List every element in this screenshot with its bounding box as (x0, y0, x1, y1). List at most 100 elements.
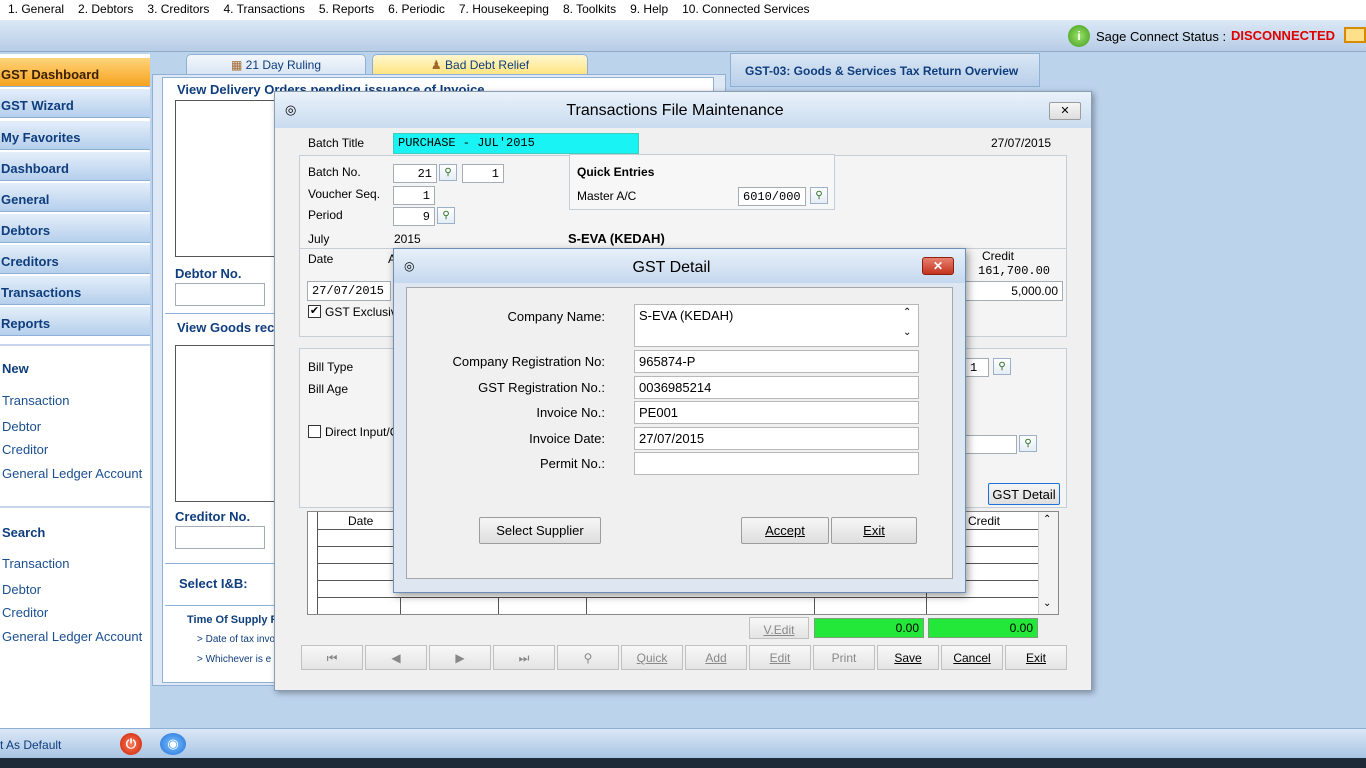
last-record-button[interactable]: ⏭ (493, 645, 555, 670)
invoice-no-input[interactable]: PE001 (634, 401, 919, 424)
tab-gst03-overview[interactable]: GST-03: Goods & Services Tax Return Over… (730, 53, 1040, 87)
scroll-up-icon[interactable]: ⌃ (1043, 514, 1051, 525)
sidebar-new-transaction[interactable]: Transaction (2, 393, 69, 408)
scroll-up-icon[interactable]: ⌃ (903, 307, 911, 318)
exit-label: Exit (863, 523, 885, 538)
menu-periodic[interactable]: 6. Periodic (380, 0, 451, 16)
direct-input-checkbox[interactable] (308, 425, 321, 438)
total-credit: 0.00 (928, 618, 1038, 638)
find-button[interactable]: ⚲ (557, 645, 619, 670)
power-icon[interactable]: ⏻ (120, 733, 142, 755)
exit-button[interactable]: Exit (1005, 645, 1067, 670)
batch-lookup-icon[interactable]: ⚲ (439, 164, 457, 181)
scroll-down-icon[interactable]: ⌄ (1043, 598, 1051, 609)
sidebar-search-gl-account[interactable]: General Ledger Account (2, 629, 142, 644)
bill-lookup-icon[interactable]: ⚲ (993, 358, 1011, 375)
calendar-icon: ▦ (230, 58, 243, 72)
gst-detail-button[interactable]: GST Detail (988, 483, 1060, 505)
period-input[interactable]: 9 (393, 207, 435, 226)
sidebar-item-general[interactable]: General (0, 183, 150, 212)
gst-detail-title: GST Detail (632, 259, 711, 276)
creditor-no-input[interactable] (175, 526, 265, 549)
sidebar-item-gst-dashboard[interactable]: GST Dashboard (0, 58, 150, 87)
sidebar-item-creditors[interactable]: Creditors (0, 245, 150, 274)
tab-21-day-ruling[interactable]: ▦ 21 Day Ruling (186, 54, 366, 76)
invoice-date-label: Invoice Date: (529, 431, 605, 446)
sidebar-item-debtors[interactable]: Debtors (0, 214, 150, 243)
quick-button[interactable]: Quick (621, 645, 683, 670)
add-button[interactable]: Add (685, 645, 747, 670)
bill-value-input[interactable]: 1 (965, 358, 989, 377)
direct-input-field[interactable] (965, 435, 1017, 454)
sidebar-item-transactions[interactable]: Transactions (0, 276, 150, 305)
menu-reports[interactable]: 5. Reports (311, 0, 380, 16)
close-button[interactable]: ✕ (1049, 102, 1081, 120)
gst-exit-button[interactable]: Exit (831, 517, 917, 544)
menu-connected-services[interactable]: 10. Connected Services (674, 0, 815, 16)
goods-received-link[interactable]: View Goods rec (177, 320, 274, 335)
sidebar-new-debtor[interactable]: Debtor (2, 419, 41, 434)
delivery-orders-list (175, 100, 277, 257)
menu-toolkits[interactable]: 8. Toolkits (555, 0, 622, 16)
sidebar-divider (0, 506, 150, 508)
sidebar-new-gl-account[interactable]: General Ledger Account (2, 466, 142, 481)
batch-seq-input[interactable]: 1 (462, 164, 504, 183)
gst-exclusive-checkbox[interactable]: ✔ (308, 305, 321, 318)
next-record-button[interactable]: ▶ (429, 645, 491, 670)
vedit-button[interactable]: V.Edit (749, 617, 809, 639)
voucher-seq-input[interactable]: 1 (393, 186, 435, 205)
mail-icon[interactable] (1344, 27, 1366, 43)
edit-button[interactable]: Edit (749, 645, 811, 670)
connect-status-label: Sage Connect Status : (1096, 29, 1227, 44)
direct-lookup-icon[interactable]: ⚲ (1019, 435, 1037, 452)
sidebar-search-transaction[interactable]: Transaction (2, 556, 69, 571)
menu-housekeeping[interactable]: 7. Housekeeping (451, 0, 555, 16)
print-button[interactable]: Print (813, 645, 875, 670)
period-lookup-icon[interactable]: ⚲ (437, 207, 455, 224)
menu-help[interactable]: 9. Help (622, 0, 674, 16)
prev-record-button[interactable]: ◀ (365, 645, 427, 670)
first-icon: ⏮ (326, 651, 338, 665)
year-label: 2015 (394, 232, 421, 246)
tab-bad-debt-relief[interactable]: ♟ Bad Debt Relief (372, 54, 588, 76)
cancel-button[interactable]: Cancel (941, 645, 1003, 670)
select-ib-label: Select I&B: (179, 576, 248, 591)
sidebar-new-creditor[interactable]: Creditor (2, 442, 48, 457)
debtor-no-input[interactable] (175, 283, 265, 306)
first-record-button[interactable]: ⏮ (301, 645, 363, 670)
batch-no-input[interactable]: 21 (393, 164, 437, 183)
select-supplier-button[interactable]: Select Supplier (479, 517, 601, 544)
company-name-value: S-EVA (KEDAH) (639, 308, 734, 323)
sidebar-search-debtor[interactable]: Debtor (2, 582, 41, 597)
company-name-field[interactable]: S-EVA (KEDAH) ⌃ ⌄ (634, 304, 919, 347)
menu-transactions[interactable]: 4. Transactions (215, 0, 310, 16)
menu-general[interactable]: 1. General (0, 0, 70, 16)
credit-total: 161,700.00 (978, 264, 1051, 278)
invoice-date-input[interactable]: 27/07/2015 (634, 427, 919, 450)
scroll-down-icon[interactable]: ⌄ (903, 327, 911, 338)
master-ac-input[interactable]: 6010/000 (738, 187, 806, 206)
grid-scrollbar[interactable]: ⌃ ⌄ (1038, 512, 1058, 614)
date-input[interactable]: 27/07/2015 (307, 281, 391, 301)
master-lookup-icon[interactable]: ⚲ (810, 187, 828, 204)
save-button[interactable]: Save (877, 645, 939, 670)
sidebar-search-creditor[interactable]: Creditor (2, 605, 48, 620)
menu-debtors[interactable]: 2. Debtors (70, 0, 139, 16)
permit-no-input[interactable] (634, 452, 919, 475)
batch-title-input[interactable]: PURCHASE - JUL'2015 (393, 133, 639, 154)
sidebar-item-gst-wizard[interactable]: GST Wizard (0, 89, 150, 118)
gst-reg-input[interactable]: 0036985214 (634, 376, 919, 399)
company-reg-input[interactable]: 965874-P (634, 350, 919, 373)
sidebar-item-dashboard[interactable]: Dashboard (0, 152, 150, 181)
exit-label: Exit (1025, 651, 1046, 665)
divider (165, 563, 285, 564)
set-default-link[interactable]: t As Default (0, 738, 61, 752)
rss-icon[interactable]: ◉ (160, 733, 186, 755)
credit-amount-input[interactable]: 5,000.00 (959, 281, 1063, 301)
accept-button[interactable]: Accept (741, 517, 829, 544)
sidebar-item-my-favorites[interactable]: My Favorites (0, 121, 150, 150)
info-icon[interactable]: i (1068, 25, 1090, 47)
menu-creditors[interactable]: 3. Creditors (139, 0, 215, 16)
gst-close-button[interactable]: ✕ (922, 257, 954, 275)
sidebar-item-reports[interactable]: Reports (0, 307, 150, 336)
